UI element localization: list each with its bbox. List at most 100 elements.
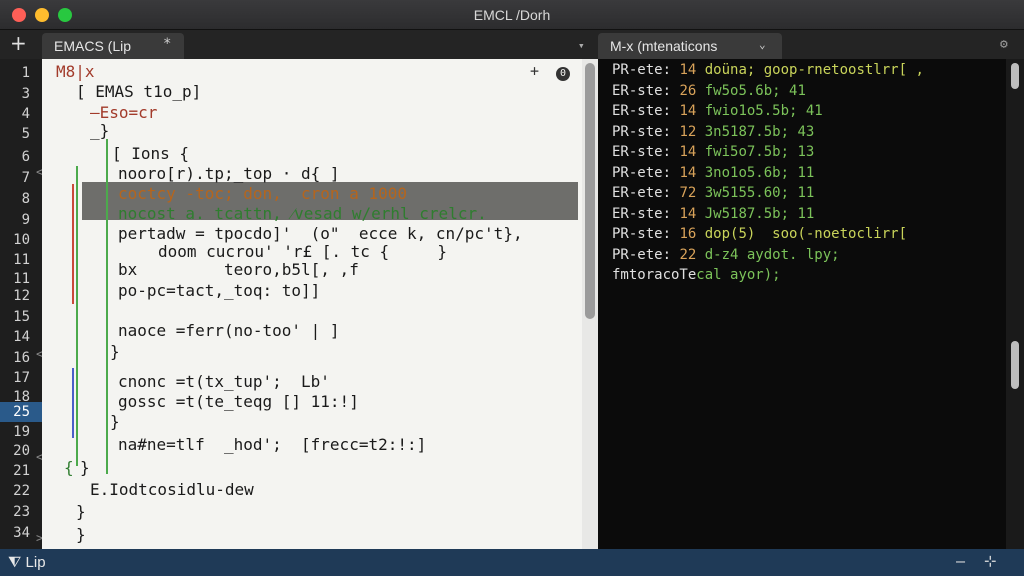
editor-scrollbar-thumb[interactable] [585, 63, 595, 319]
line-number: 1 [21, 65, 30, 81]
line-number: 6 [21, 149, 30, 165]
terminal-line: ER-ete: 72 3w5155.60; 11 [612, 184, 814, 203]
terminal-line-body: fw5o5.6b; 41 [696, 82, 806, 99]
tab-emacs-label: EMACS (Lip [54, 38, 132, 54]
terminal-line: PR-ste: 12 3n5187.5b; 43 [612, 123, 814, 142]
terminal-line: PR-ete: 22 d-z4 aydot. lpy; [612, 246, 840, 265]
modified-star-icon: * [163, 36, 172, 52]
terminal-line-prefix: ER-ste: [612, 144, 680, 160]
terminal-line-body: dop(5) soo(-noetoclirr[ [696, 226, 908, 242]
terminal-scrollbar-thumb-top[interactable] [1011, 63, 1019, 89]
terminal-line-body: fwi5o7.5b; 13 [696, 144, 815, 160]
window-title: EMCL /Dorh [473, 7, 551, 23]
code-line[interactable]: bx teoro,b5l[, ,f [118, 260, 359, 280]
line-number: 21 [13, 463, 30, 479]
code-line[interactable]: po-pc=tact,_toq: to]] [118, 281, 320, 301]
minimize-icon[interactable]: – [956, 552, 965, 570]
terminal-line-number: 14 [679, 62, 697, 78]
tab-mx[interactable]: M-x (mtenaticons ⌄ [598, 33, 782, 59]
code-line[interactable]: [ Ions { [112, 144, 189, 164]
code-line[interactable]: } [76, 525, 86, 545]
plus-icon[interactable]: + [530, 62, 539, 80]
code-line[interactable]: } [110, 342, 120, 362]
line-number: 10 [13, 232, 30, 248]
terminal-line-number: 72 [679, 185, 697, 201]
code-line[interactable]: } [76, 502, 86, 522]
title-bar: EMCL /Dorh [0, 0, 1024, 30]
gear-icon[interactable]: ⚙ [1000, 37, 1008, 52]
new-tab-button[interactable]: + [10, 33, 27, 53]
code-line[interactable]: pertadw = tpocdo]' (o" ecce k, cn/pc't}, [118, 224, 523, 244]
line-number: 5 [21, 126, 30, 142]
terminal-line-number: 14 [679, 144, 697, 160]
terminal-line-prefix: fmtoracoTe [612, 267, 697, 283]
grid-icon[interactable]: ⊹ [984, 552, 997, 570]
code-line[interactable]: nooro[r).tp;_top · d{ ] [118, 164, 340, 184]
code-line[interactable]: cnonc =t(tx_tup'; Lb' [118, 372, 330, 392]
terminal-line-body: 3n5187.5b; 43 [696, 123, 815, 140]
terminal-pane[interactable]: PR-ete: 14 doüna; goop-rnetoostlrr[ , ER-… [598, 59, 1006, 549]
chevron-down-icon[interactable]: ⌄ [759, 38, 766, 51]
tab-mx-label: M-x (mtenaticons [610, 38, 718, 54]
editor-scrollbar[interactable] [582, 59, 598, 549]
terminal-line: fmtoracoTecal ayor); [612, 266, 781, 285]
line-number: 17 [13, 370, 30, 386]
code-line[interactable]: M8|x [56, 62, 95, 82]
terminal-line-prefix: PR-ete: [612, 62, 680, 78]
status-circle-icon[interactable]: 0 [556, 62, 570, 81]
code-line[interactable]: naoce =ferr(no-too' | ] [118, 321, 340, 341]
terminal-line-number: 14 [679, 103, 697, 119]
terminal-line-prefix: ER-ste: [612, 103, 680, 119]
code-line[interactable]: nocost a. tcattn, ⁄vesad w/erhl crelcr. [118, 204, 487, 224]
code-line[interactable]: coctcy -toc; don, cron a 1000 [118, 184, 407, 204]
change-marker [72, 368, 74, 438]
terminal-line-prefix: ER-ete: [612, 185, 680, 201]
tab-bar: + EMACS (Lip * ▾ M-x (mtenaticons ⌄ ⚙ [0, 30, 1024, 59]
indent-guide [76, 166, 78, 466]
code-line[interactable]: na#ne=tlf _hod'; [frecc=t2:!:] [118, 435, 426, 455]
terminal-line-body: doüna; goop-rnetoostlrr[ , [696, 62, 924, 78]
terminal-scrollbar-thumb[interactable] [1011, 341, 1019, 389]
terminal-line: PR-ste: 16 dop(5) soo(-noetoclirr[ [612, 225, 907, 244]
code-line[interactable]: E.Iodtcosidlu-dew [90, 480, 254, 500]
editor-pane[interactable]: + 0 M8|x[ EMAS t1o_p] –Eso=cr _}[ Ions {no… [42, 59, 582, 549]
tab-emacs[interactable]: EMACS (Lip * [42, 33, 184, 59]
terminal-line-prefix: PR-ete: [612, 164, 680, 181]
line-number: 14 [13, 329, 30, 345]
line-number: 19 [13, 424, 30, 440]
code-line[interactable]: doom cucrou' 'r£ [. tc { } [158, 242, 447, 262]
line-number: 22 [13, 483, 30, 499]
code-line[interactable]: } [80, 458, 90, 478]
code-line[interactable]: } [110, 412, 120, 432]
terminal-line-body: Jw5187.5b; 11 [696, 205, 815, 222]
terminal-line: ER-ste: 26 fw5o5.6b; 41 [612, 82, 806, 101]
line-number: 3 [21, 86, 30, 102]
split-marker-icon[interactable]: ▾ [578, 39, 585, 52]
line-number: 12 [13, 288, 30, 304]
terminal-line-body: cal ayor); [696, 267, 781, 283]
terminal-line: ER-ste: 14 fwi5o7.5b; 13 [612, 143, 814, 162]
change-marker [72, 184, 74, 304]
line-number-gutter: < < < > 1 3 4 5 6 7 8 9 10 11 11 12 15 14 16 17 18 25 19 20… [0, 59, 43, 549]
code-line[interactable]: –Eso=cr [90, 103, 157, 123]
code-line[interactable]: _} [90, 121, 109, 141]
status-circle-label: 0 [556, 67, 570, 81]
terminal-scrollbar[interactable] [1006, 59, 1024, 549]
terminal-line-number: 12 [679, 123, 697, 140]
terminal-line-prefix: ER-ste: [612, 205, 680, 222]
terminal-line-body: 3w5155.60; 11 [696, 185, 815, 201]
terminal-line: PR-ete: 14 doüna; goop-rnetoostlrr[ , [612, 61, 924, 80]
terminal-line-prefix: PR-ste: [612, 226, 680, 242]
status-mode-label[interactable]: ⧨ Lip [8, 554, 46, 571]
code-line[interactable]: [ EMAS t1o_p] [76, 82, 201, 102]
terminal-line-prefix: PR-ste: [612, 123, 680, 140]
line-number: 8 [21, 191, 30, 207]
line-number: 7 [21, 170, 30, 186]
code-line[interactable]: { [64, 458, 74, 478]
line-number: 23 [13, 504, 30, 520]
terminal-line: PR-ete: 14 3no1o5.6b; 11 [612, 164, 814, 183]
line-number: 15 [13, 309, 30, 325]
indent-guide [106, 139, 108, 474]
line-number: 25 [0, 402, 42, 422]
code-line[interactable]: gossc =t(te_teqg [] 11:!] [118, 392, 359, 412]
